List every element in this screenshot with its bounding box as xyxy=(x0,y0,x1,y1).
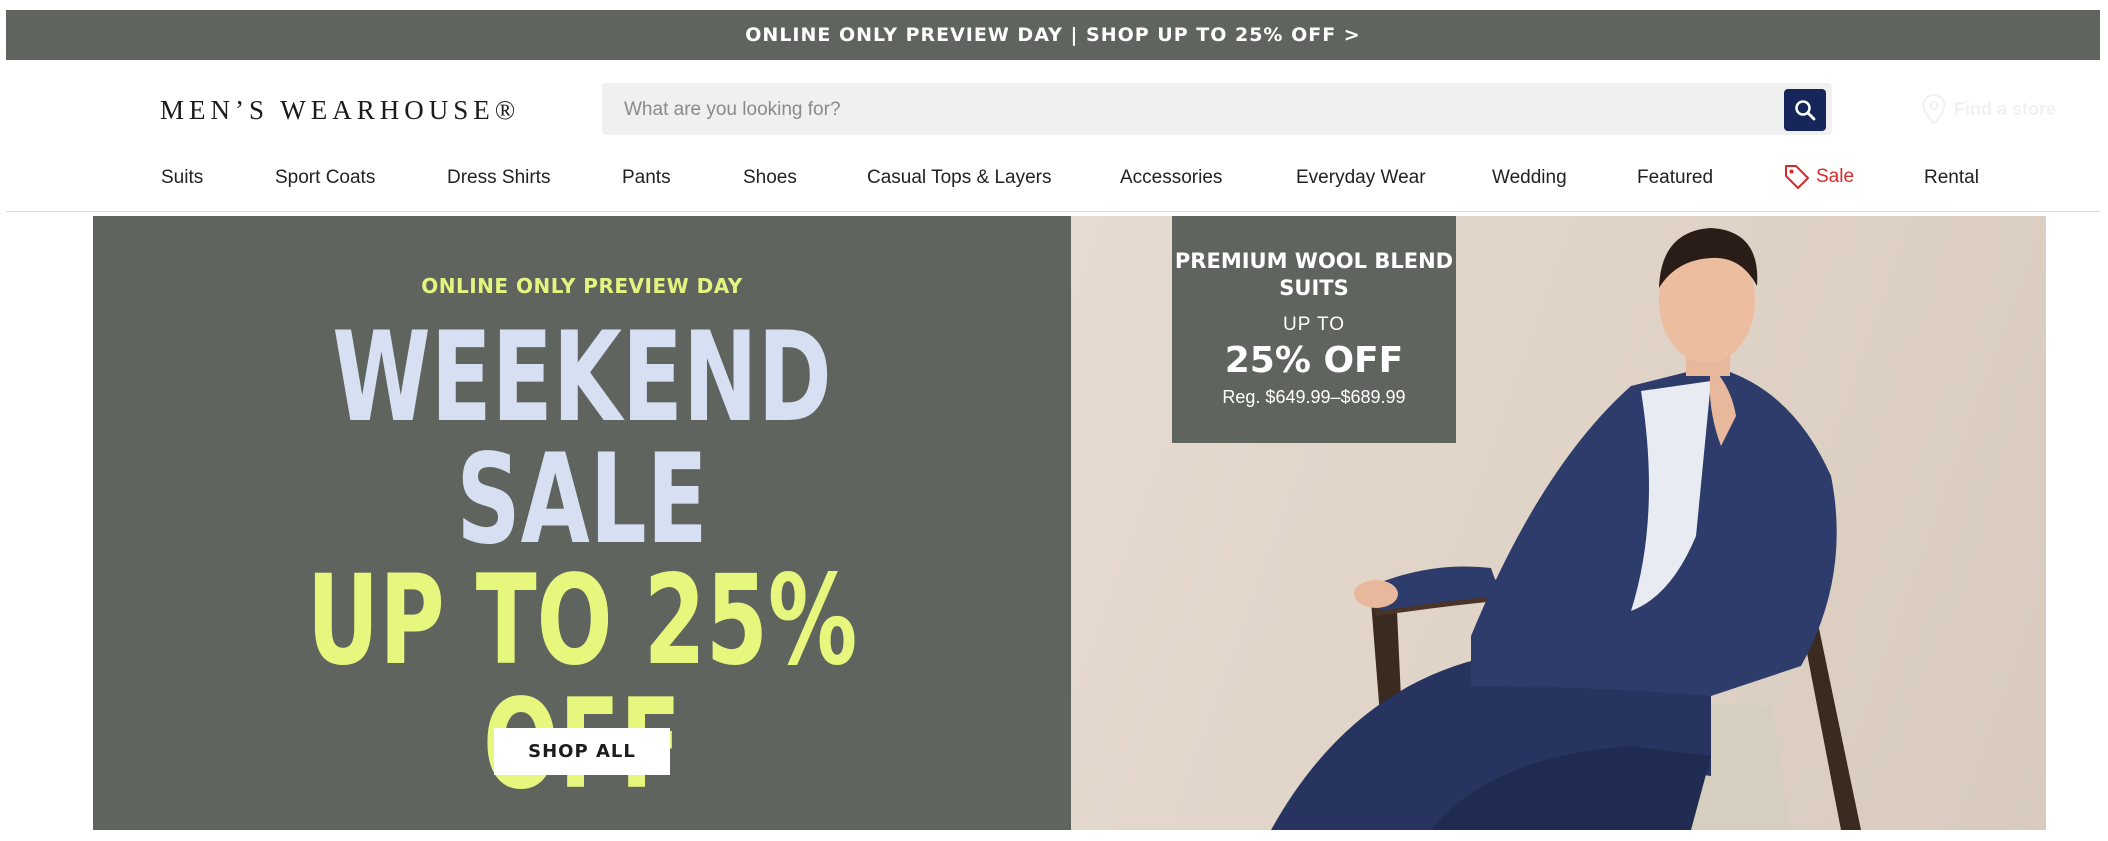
offer-up-to: UP TO xyxy=(1282,314,1346,335)
find-store-label[interactable]: Find a store xyxy=(1954,99,2056,120)
offer-regular-price: Reg. $649.99–$689.99 xyxy=(1222,387,1406,407)
hero-product-image[interactable]: PREMIUM WOOL BLEND SUITS UP TO 25% OFF R… xyxy=(1071,216,2046,830)
nav-item-everyday-wear[interactable]: Everyday Wear xyxy=(1296,167,1426,189)
search-input[interactable] xyxy=(622,83,1756,137)
site-logo[interactable]: MEN’S WEARHOUSE® xyxy=(160,95,520,126)
nav-item-sale[interactable]: Sale xyxy=(1784,164,1854,190)
search-icon xyxy=(1795,100,1816,121)
shop-all-button[interactable]: SHOP ALL xyxy=(494,728,670,775)
promo-banner-text[interactable]: ONLINE ONLY PREVIEW DAY | SHOP UP TO 25%… xyxy=(745,24,1360,46)
nav-item-sale-label[interactable]: Sale xyxy=(1816,166,1854,188)
location-pin-icon xyxy=(1922,94,1946,124)
suit-offer-card[interactable]: PREMIUM WOOL BLEND SUITS UP TO 25% OFF R… xyxy=(1172,216,1456,443)
nav-item-casual-tops-layers[interactable]: Casual Tops & Layers xyxy=(867,167,1051,189)
nav-item-wedding[interactable]: Wedding xyxy=(1492,167,1567,189)
header-divider xyxy=(6,211,2100,212)
search-bar xyxy=(602,83,1832,137)
nav-item-featured[interactable]: Featured xyxy=(1637,167,1713,189)
find-store-link[interactable]: Find a store xyxy=(1922,94,2056,124)
nav-item-pants[interactable]: Pants xyxy=(622,167,671,189)
main-navigation: Suits Sport Coats Dress Shirts Pants Sho… xyxy=(0,155,2100,201)
offer-discount: 25% OFF xyxy=(1224,340,1404,381)
nav-item-sport-coats[interactable]: Sport Coats xyxy=(275,167,375,189)
nav-item-rental[interactable]: Rental xyxy=(1924,167,1979,189)
nav-item-accessories[interactable]: Accessories xyxy=(1120,167,1222,189)
hero-headline-sale: SALE xyxy=(456,428,708,572)
hero-headline-weekend: WEEKEND xyxy=(332,306,832,450)
offer-title: PREMIUM WOOL BLEND SUITS xyxy=(1174,249,1454,300)
nav-item-suits[interactable]: Suits xyxy=(161,167,203,189)
hero-sale-panel[interactable]: ONLINE ONLY PREVIEW DAY WEEKEND SALE UP … xyxy=(93,216,1071,830)
hero-eyebrow: ONLINE ONLY PREVIEW DAY xyxy=(421,274,743,298)
nav-item-shoes[interactable]: Shoes xyxy=(743,167,797,189)
nav-item-dress-shirts[interactable]: Dress Shirts xyxy=(447,167,550,189)
promo-banner[interactable]: ONLINE ONLY PREVIEW DAY | SHOP UP TO 25%… xyxy=(6,10,2100,60)
search-button[interactable] xyxy=(1784,89,1826,131)
tag-icon xyxy=(1785,165,1809,189)
